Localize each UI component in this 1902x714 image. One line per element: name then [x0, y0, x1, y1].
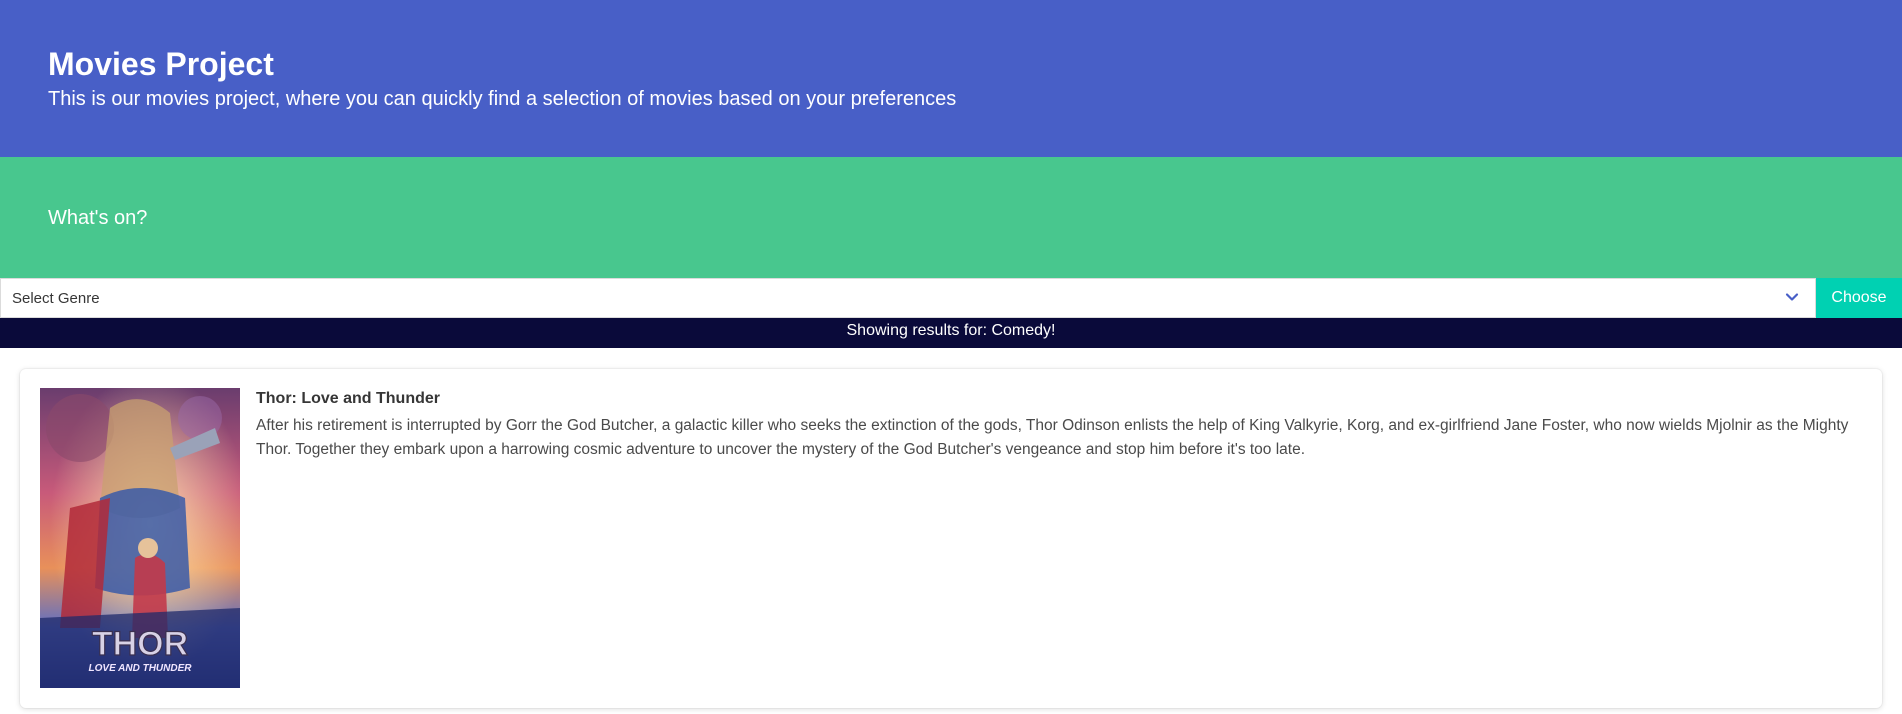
page-subtitle: This is our movies project, where you ca… [48, 88, 957, 110]
chevron-down-icon [1785, 293, 1799, 301]
movie-description: After his retirement is interrupted by G… [256, 417, 1849, 458]
genre-filter-bar: Select Genre Choose [0, 278, 1902, 318]
poster-logo-sub: LOVE AND THUNDER [89, 663, 193, 674]
choose-button[interactable]: Choose [1816, 278, 1902, 318]
hero-banner: Movies Project This is our movies projec… [0, 0, 1902, 157]
whats-on-banner: What's on? [0, 157, 1902, 278]
genre-select-value: Select Genre [12, 290, 100, 307]
movie-title: Thor: Love and Thunder [256, 390, 440, 407]
movie-poster: THOR LOVE AND THUNDER [40, 388, 240, 688]
whats-on-heading: What's on? [48, 207, 148, 229]
genre-select[interactable]: Select Genre [0, 278, 1816, 318]
poster-logo-main: THOR [92, 625, 188, 663]
page-title: Movies Project [48, 46, 274, 82]
movie-card: THOR LOVE AND THUNDER Thor: Love and Thu… [20, 369, 1882, 708]
results-status: Showing results for: Comedy! [0, 318, 1902, 348]
